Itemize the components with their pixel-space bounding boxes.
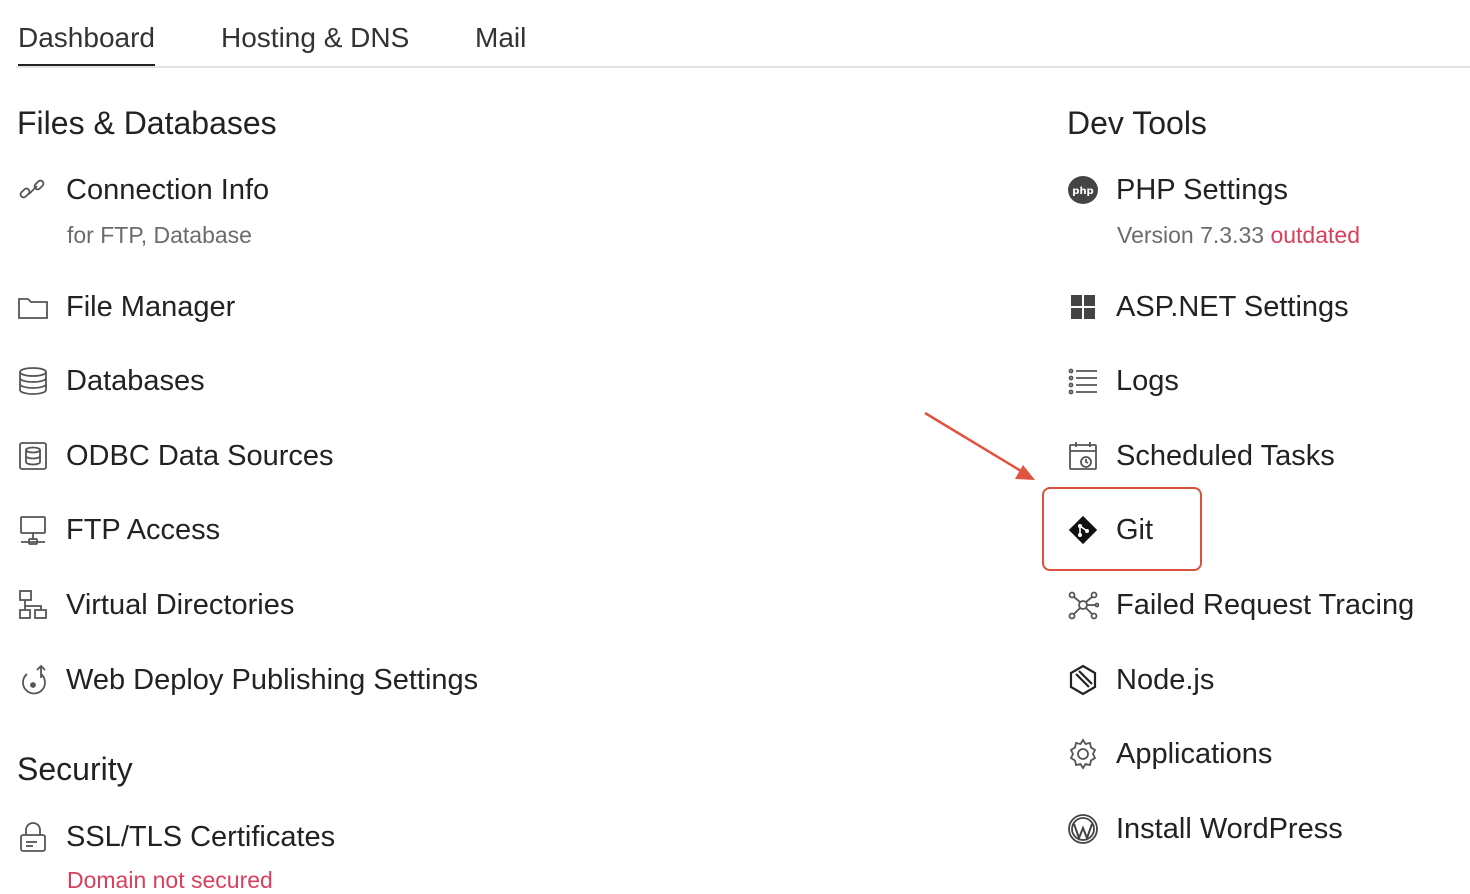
connection-info-label: Connection Info <box>66 173 270 206</box>
tracing-icon <box>1066 588 1100 622</box>
link-icon <box>16 173 50 207</box>
security-heading: Security <box>17 751 133 787</box>
aspnet-settings-link[interactable]: ASP.NET Settings <box>1066 287 1349 327</box>
applications-label: Applications <box>1116 737 1273 770</box>
ssl-tls-certificates-link[interactable]: SSL/TLS Certificates <box>16 817 335 857</box>
directory-tree-icon <box>16 588 50 622</box>
logs-link[interactable]: Logs <box>1066 361 1179 401</box>
annotation-arrow-icon <box>924 411 1035 480</box>
virtual-directories-label: Virtual Directories <box>66 588 295 621</box>
gear-icon <box>1066 737 1100 771</box>
certificate-icon <box>16 820 50 854</box>
failed-request-tracing-label: Failed Request Tracing <box>1116 588 1415 621</box>
odbc-data-sources-link[interactable]: ODBC Data Sources <box>16 436 334 476</box>
windows-icon <box>1066 290 1100 324</box>
database-icon <box>16 364 50 398</box>
applications-link[interactable]: Applications <box>1066 734 1272 774</box>
failed-request-tracing-link[interactable]: Failed Request Tracing <box>1066 585 1414 625</box>
file-manager-link[interactable]: File Manager <box>16 287 235 327</box>
wordpress-icon <box>1066 812 1100 846</box>
calendar-clock-icon <box>1066 439 1100 473</box>
list-icon <box>1066 364 1100 398</box>
databases-link[interactable]: Databases <box>16 361 205 401</box>
databases-label: Databases <box>66 364 205 397</box>
folder-icon <box>16 290 50 324</box>
scheduled-tasks-link[interactable]: Scheduled Tasks <box>1066 436 1335 476</box>
tab-bar-divider <box>16 66 1470 68</box>
virtual-directories-link[interactable]: Virtual Directories <box>16 585 294 625</box>
nodejs-link[interactable]: Node.js <box>1066 660 1214 700</box>
web-deploy-label: Web Deploy Publishing Settings <box>66 663 479 696</box>
files-databases-heading: Files & Databases <box>17 105 277 141</box>
php-outdated-badge: outdated <box>1270 222 1360 248</box>
ssl-tls-certificates-label: SSL/TLS Certificates <box>66 820 336 853</box>
php-settings-link[interactable]: php PHP Settings <box>1066 170 1288 210</box>
odbc-icon <box>16 439 50 473</box>
ftp-access-label: FTP Access <box>66 513 221 546</box>
ssl-status-warning: Domain not secured <box>67 867 273 893</box>
ftp-icon <box>16 513 50 547</box>
tab-hosting-dns[interactable]: Hosting & DNS <box>221 22 409 54</box>
install-wordpress-link[interactable]: Install WordPress <box>1066 809 1343 849</box>
nodejs-icon <box>1066 663 1100 697</box>
tab-mail[interactable]: Mail <box>475 22 526 54</box>
nodejs-label: Node.js <box>1116 663 1215 696</box>
php-settings-label: PHP Settings <box>1116 173 1288 206</box>
git-highlight-box <box>1042 487 1202 571</box>
tab-dashboard[interactable]: Dashboard <box>18 22 155 68</box>
php-version-info: Version 7.3.33 outdated <box>1117 222 1360 249</box>
web-deploy-link[interactable]: Web Deploy Publishing Settings <box>16 660 478 700</box>
aspnet-settings-label: ASP.NET Settings <box>1116 290 1349 323</box>
connection-info-link[interactable]: Connection Info <box>16 170 269 210</box>
logs-label: Logs <box>1116 364 1179 397</box>
scheduled-tasks-label: Scheduled Tasks <box>1116 439 1335 472</box>
svg-text:php: php <box>1072 186 1093 197</box>
php-icon: php <box>1066 173 1100 207</box>
php-version: Version 7.3.33 <box>1117 222 1265 248</box>
odbc-data-sources-label: ODBC Data Sources <box>66 439 334 472</box>
top-tab-bar: Dashboard Hosting & DNS Mail <box>0 0 1470 70</box>
web-deploy-icon <box>16 663 50 697</box>
connection-info-subtitle: for FTP, Database <box>67 222 252 248</box>
dev-tools-heading: Dev Tools <box>1067 105 1207 141</box>
file-manager-label: File Manager <box>66 290 236 323</box>
ftp-access-link[interactable]: FTP Access <box>16 510 220 550</box>
install-wordpress-label: Install WordPress <box>1116 812 1343 845</box>
